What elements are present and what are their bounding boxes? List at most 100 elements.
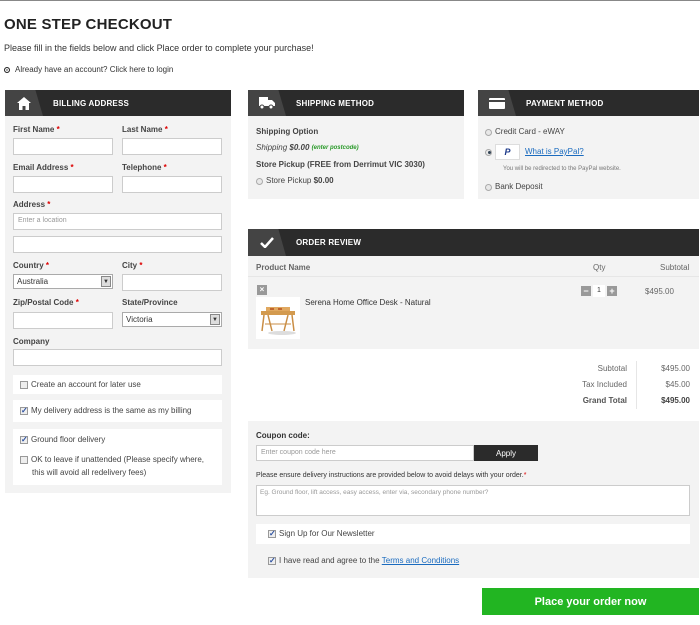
delivery-options-box: Ground floor delivery OK to leave if una… — [13, 429, 222, 485]
country-select[interactable]: Australia ▼ — [13, 274, 113, 289]
qty-decrease-button[interactable]: − — [581, 286, 591, 296]
create-account-checkbox[interactable]: Create an account for later use — [20, 379, 141, 391]
product-name: Serena Home Office Desk - Natural — [305, 298, 431, 307]
checkbox-unchecked-icon[interactable] — [20, 381, 28, 389]
shipping-option-title: Shipping Option — [256, 127, 319, 136]
zip-label: Zip/Postal Code * — [13, 298, 79, 307]
intro-text: Please fill in the fields below and clic… — [4, 43, 314, 53]
grand-total-label: Grand Total — [582, 396, 627, 405]
address-input-1[interactable]: Enter a location — [13, 213, 222, 230]
address-input-2[interactable] — [13, 236, 222, 253]
shipping-title: SHIPPING METHOD — [296, 98, 375, 108]
product-image — [256, 297, 300, 339]
qty-input[interactable]: 1 — [593, 285, 605, 297]
first-name-label: First Name * — [13, 125, 60, 134]
item-subtotal: $495.00 — [645, 287, 674, 296]
unattended-label-line2: this will avoid all redelivery fees) — [32, 468, 147, 477]
credit-card-icon — [478, 90, 516, 116]
payment-title: PAYMENT METHOD — [526, 98, 604, 108]
telephone-input[interactable] — [122, 176, 222, 193]
radio-icon[interactable] — [485, 183, 492, 191]
terms-link[interactable]: Terms and Conditions — [382, 555, 459, 567]
shipping-panel: SHIPPING METHOD Shipping Option Shipping… — [248, 90, 464, 199]
checkbox-checked-icon[interactable] — [268, 528, 276, 540]
state-value: Victoria — [126, 315, 153, 324]
pickup-title: Store Pickup (FREE from Derrimut VIC 303… — [256, 160, 425, 169]
order-review-panel: ORDER REVIEW Product Name Qty Subtotal ×… — [248, 229, 699, 349]
payment-panel: PAYMENT METHOD Credit Card - eWAY P What… — [478, 90, 699, 199]
page-title: ONE STEP CHECKOUT — [4, 16, 173, 33]
credit-card-radio[interactable]: Credit Card - eWAY — [485, 126, 565, 138]
order-review-title: ORDER REVIEW — [296, 238, 362, 247]
billing-title: BILLING ADDRESS — [53, 98, 130, 108]
delivery-instructions-textarea[interactable]: Eg. Ground floor, lift access, easy acce… — [256, 485, 690, 516]
chevron-down-icon[interactable]: ▼ — [101, 276, 111, 287]
address-label: Address * — [13, 200, 51, 209]
login-link-text[interactable]: Already have an account? Click here to l… — [15, 65, 173, 74]
chevron-down-icon[interactable]: ▼ — [210, 314, 220, 325]
paypal-radio[interactable]: P What is PayPal? — [485, 144, 584, 160]
subtotal-label: Subtotal — [597, 364, 627, 373]
tax-value: $45.00 — [665, 380, 690, 389]
state-select[interactable]: Victoria ▼ — [122, 312, 222, 327]
first-name-input[interactable] — [13, 138, 113, 155]
ground-floor-checkbox[interactable]: Ground floor delivery — [20, 434, 105, 446]
tax-label: Tax Included — [582, 380, 627, 389]
telephone-label: Telephone * — [122, 163, 167, 172]
last-name-input[interactable] — [122, 138, 222, 155]
bank-deposit-radio[interactable]: Bank Deposit — [485, 181, 543, 193]
login-link[interactable]: Already have an account? Click here to l… — [4, 65, 173, 74]
radio-selected-icon[interactable] — [485, 148, 492, 156]
billing-header: BILLING ADDRESS — [5, 90, 231, 116]
coupon-label: Coupon code: — [256, 431, 310, 440]
remove-item-icon[interactable]: × — [257, 285, 267, 295]
radio-icon[interactable] — [485, 128, 492, 136]
checkbox-unchecked-icon[interactable] — [20, 456, 28, 464]
checkmark-icon — [248, 229, 286, 256]
col-product-name: Product Name — [256, 263, 311, 272]
paypal-logo: P — [495, 144, 520, 160]
same-delivery-checkbox[interactable]: My delivery address is the same as my bi… — [20, 405, 192, 417]
city-label: City * — [122, 261, 143, 270]
col-subtotal: Subtotal — [660, 263, 690, 272]
newsletter-checkbox[interactable]: Sign Up for Our Newsletter — [268, 528, 375, 540]
billing-panel: BILLING ADDRESS First Name * Last Name *… — [5, 90, 231, 493]
same-delivery-row: My delivery address is the same as my bi… — [13, 400, 222, 422]
newsletter-row: Sign Up for Our Newsletter — [256, 524, 690, 544]
unattended-checkbox[interactable]: OK to leave if unattended (Please specif… — [20, 454, 204, 466]
checkbox-checked-icon[interactable] — [20, 434, 28, 446]
email-label: Email Address * — [13, 163, 74, 172]
order-review-header: ORDER REVIEW — [248, 229, 699, 256]
last-name-label: Last Name * — [122, 125, 168, 134]
store-pickup-radio[interactable]: Store Pickup $0.00 — [256, 175, 334, 187]
truck-icon — [248, 90, 286, 116]
city-input[interactable] — [122, 274, 222, 291]
home-icon — [5, 90, 43, 116]
bullet-icon — [4, 66, 10, 73]
extras-panel: Coupon code: Enter coupon code here Appl… — [248, 421, 699, 578]
qty-increase-button[interactable]: + — [607, 286, 617, 296]
divider — [248, 276, 699, 277]
radio-icon[interactable] — [256, 177, 263, 185]
grand-total-value: $495.00 — [661, 396, 690, 405]
coupon-input[interactable]: Enter coupon code here — [256, 445, 474, 461]
payment-header: PAYMENT METHOD — [478, 90, 699, 116]
what-is-paypal-link[interactable]: What is PayPal? — [525, 146, 584, 158]
company-label: Company — [13, 337, 50, 346]
country-value: Australia — [17, 277, 49, 286]
terms-checkbox[interactable]: I have read and agree to the Terms and C… — [268, 555, 459, 567]
company-input[interactable] — [13, 349, 222, 366]
create-account-row: Create an account for later use — [13, 375, 222, 394]
state-label: State/Province — [122, 298, 178, 307]
email-input[interactable] — [13, 176, 113, 193]
delivery-note: Please ensure delivery instructions are … — [256, 472, 527, 479]
apply-coupon-button[interactable]: Apply — [474, 445, 538, 461]
checkbox-checked-icon[interactable] — [20, 405, 28, 417]
shipping-header: SHIPPING METHOD — [248, 90, 464, 116]
place-order-button[interactable]: Place your order now — [482, 588, 699, 615]
shipping-rate: Shipping $0.00 (enter postcode) — [256, 142, 359, 152]
subtotal-value: $495.00 — [661, 364, 690, 373]
paypal-note: You will be redirected to the PayPal web… — [503, 166, 621, 172]
checkbox-checked-icon[interactable] — [268, 555, 276, 567]
zip-input[interactable] — [13, 312, 113, 329]
